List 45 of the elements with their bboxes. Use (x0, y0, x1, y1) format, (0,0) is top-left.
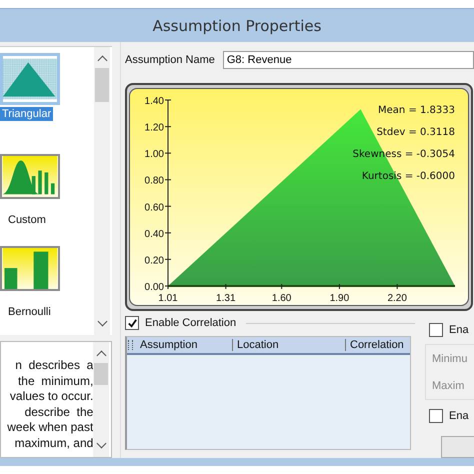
scrollbar[interactable] (93, 342, 109, 457)
description-text: week when past (7, 420, 94, 436)
description-text: values to occur. (10, 389, 94, 404)
x-tick-label: 2.20 (387, 293, 407, 304)
checkbox[interactable] (125, 316, 139, 330)
assumption-name-field[interactable]: G8: Revenue (222, 51, 474, 69)
y-tick-label: 0.20 (144, 255, 164, 266)
y-tick-label: 0.40 (144, 228, 164, 240)
y-tick-label: 0.60 (144, 202, 164, 214)
distribution-label: Bernoulli (7, 305, 52, 320)
checkbox-label: Ena (449, 324, 469, 336)
x-tick-label: 1.01 (158, 293, 178, 304)
checkbox[interactable] (429, 409, 443, 423)
description-text: describe the (24, 404, 94, 420)
grip-icon (128, 340, 133, 350)
distribution-thumbnail[interactable] (0, 246, 60, 292)
scrollbar[interactable] (94, 47, 110, 335)
checkbox-label: Enable Correlation (145, 317, 236, 329)
y-tick-label: 1.20 (144, 122, 164, 134)
statistic-text: Mean = 1.8333 (378, 105, 455, 116)
column-header[interactable]: Correlation (346, 339, 408, 351)
window-title: Assumption Properties (152, 16, 322, 34)
distribution-label: Custom (7, 212, 47, 227)
x-tick-label: 1.31 (216, 293, 236, 304)
y-tick-label: 1.00 (144, 149, 164, 160)
distribution-label: Triangular (0, 107, 54, 121)
column-header[interactable]: Location (233, 339, 346, 351)
distribution-thumbnail[interactable] (0, 53, 60, 105)
column-header[interactable]: Assumption (136, 339, 233, 351)
y-tick-label: 0.00 (144, 282, 164, 293)
y-tick-label: 0.80 (144, 176, 164, 187)
button[interactable] (441, 436, 474, 458)
x-tick-label: 1.60 (272, 293, 292, 304)
description-text: maximum, and (14, 436, 94, 451)
description-text: the minimum, (18, 374, 94, 389)
y-tick-label: 1.40 (144, 96, 164, 107)
distribution-thumbnail[interactable] (0, 154, 60, 199)
field-label: Minimu (432, 352, 468, 364)
field-label: Maxim (432, 380, 466, 392)
description-text: n describes a (15, 358, 94, 374)
field-label: Assumption Name (125, 54, 215, 66)
x-tick-label: 1.90 (330, 293, 350, 304)
checkbox-label: Ena (449, 410, 469, 422)
checkbox[interactable] (429, 323, 443, 337)
statistic-text: Stdev = 0.3118 (376, 127, 455, 138)
